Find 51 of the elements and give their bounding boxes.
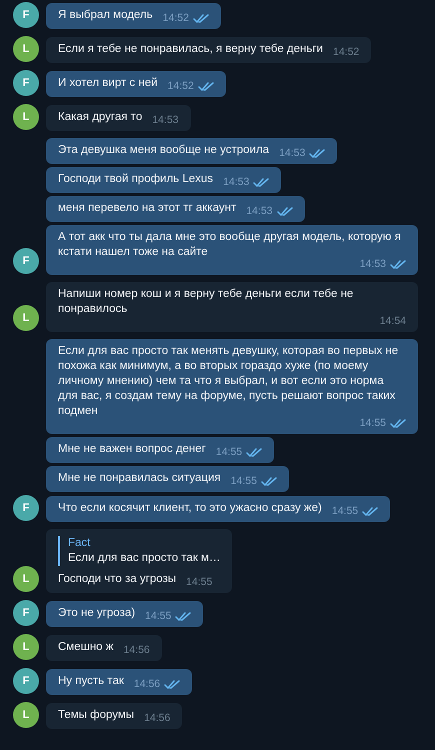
message-time: 14:54 [380, 316, 406, 327]
reply-author: Fact [68, 536, 92, 551]
message-text: Я выбрал модель [58, 9, 153, 21]
message-time: 14:52 [162, 13, 189, 24]
message-time: 14:53 [223, 177, 250, 188]
avatar[interactable]: L [13, 566, 39, 592]
message-time: 14:55 [332, 506, 358, 517]
message-text: Какая другая то [58, 111, 142, 123]
avatar[interactable]: F [13, 248, 39, 274]
message-time: 14:53 [279, 148, 306, 159]
message-time: 14:55 [230, 476, 257, 487]
avatar[interactable]: L [13, 305, 39, 331]
avatar[interactable]: F [13, 495, 39, 521]
message-time: 14:53 [246, 206, 272, 217]
message-time: 14:52 [168, 81, 194, 92]
message-time: 14:53 [152, 115, 178, 126]
message-text: Напиши номер кош и я верну тебе деньги если тебе не понравилось [58, 288, 354, 315]
message-time: 14:55 [216, 447, 242, 458]
message-time: 14:52 [332, 47, 360, 58]
avatar[interactable]: L [13, 36, 39, 62]
avatar[interactable]: F [13, 70, 39, 96]
message-text: Если для вас просто так менять девушку, которая во первых не похожа как минимум, а во вторых гораздо хуже (по моему личному мнению) чем та что я выбрал, и вот если это норма для вас, я создам тему на форуме, пусть решают вопрос таких подмен [58, 345, 398, 417]
avatar[interactable]: L [13, 104, 39, 130]
avatar[interactable]: F [13, 668, 39, 694]
message-time: 14:55 [186, 577, 212, 588]
message-text: И хотел вирт с ней [58, 77, 158, 89]
avatar[interactable]: F [13, 600, 39, 626]
message-text: Что если косячит клиент, то это ужасно сразу же) [58, 502, 322, 514]
message-text: Темы форумы [58, 709, 134, 721]
avatar[interactable]: F [13, 2, 39, 28]
reply-quote[interactable]: Fact Если для вас просто так м… [58, 536, 220, 566]
message-text: Ну пусть так [58, 675, 124, 687]
avatar[interactable]: L [13, 702, 39, 728]
message-time: 14:55 [360, 418, 386, 429]
message-text: Господи твой профиль Lexus [58, 173, 214, 185]
message-text: Если я тебе не понравилась, я верну тебе деньги [58, 43, 323, 55]
message-text: Смешно ж [58, 641, 114, 653]
message-time: 14:56 [134, 679, 160, 690]
message-time: 14:56 [144, 713, 170, 724]
message-text: Мне не важен вопрос денег [58, 443, 206, 455]
avatar[interactable]: L [13, 634, 39, 660]
message-text: Мне не понравилась ситуация [58, 472, 221, 484]
message-text: Эта девушка меня вообще не устроила [58, 144, 270, 156]
message-time: 14:55 [145, 611, 172, 622]
message-text: Господи что за угрозы [58, 573, 176, 585]
message-time: 14:56 [123, 645, 150, 656]
message-text: А тот акк что ты дала мне это вообще другая модель, которую я кстати нашел тоже на сайте [58, 231, 401, 258]
reply-text: Если для вас просто так м… [68, 551, 220, 566]
message-text: меня перевело на этот тг аккаунт [58, 202, 236, 214]
message-text: Это не угроза) [58, 607, 136, 619]
message-time: 14:53 [360, 259, 386, 270]
